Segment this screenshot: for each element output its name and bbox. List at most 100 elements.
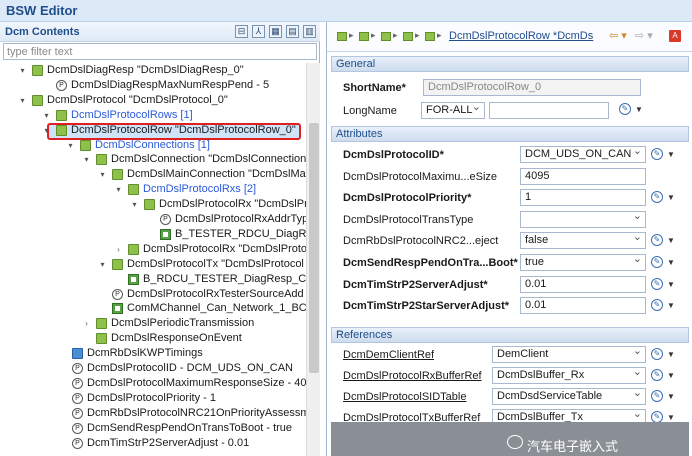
expanded-twisty-icon[interactable]: ▾ (130, 197, 139, 212)
edit-value-icon[interactable]: ✎ (651, 256, 663, 268)
tree-item[interactable]: B_TESTER_RDCU_DiagReq_Can (0, 227, 306, 242)
dropdown-arrow-icon[interactable]: ▼ (667, 392, 675, 401)
collapse-all-icon[interactable]: ⊟ (235, 25, 248, 38)
edit-value-icon[interactable]: ✎ (651, 191, 663, 204)
tree-scrollbar-thumb[interactable] (309, 123, 319, 373)
filter-icon[interactable]: ⅄ (252, 25, 265, 38)
expanded-twisty-icon[interactable]: ▾ (82, 152, 91, 167)
expanded-twisty-icon[interactable]: ▾ (42, 123, 51, 138)
edit-value-icon[interactable]: ✎ (651, 299, 663, 312)
attribute-select[interactable]: DCM_UDS_ON_CAN (520, 146, 646, 163)
folder-icon[interactable] (425, 32, 435, 41)
attribute-field[interactable]: 4095 (520, 167, 646, 185)
tree-item[interactable]: P DcmDslDiagRespMaxNumRespPend - 5 (0, 78, 306, 93)
folder-icon[interactable] (403, 32, 413, 41)
reference-link[interactable]: DcmDslProtocolRxBufferRef (343, 370, 482, 382)
dropdown-arrow-icon[interactable]: ▼ (667, 150, 675, 159)
reference-link[interactable]: DcmDslProtocolSIDTable (343, 391, 466, 403)
list-view-icon[interactable]: ▤ (286, 25, 299, 38)
expanded-twisty-icon[interactable]: ▾ (98, 257, 107, 272)
tree-item[interactable]: ▾ DcmDslProtocolRxs [2] (0, 182, 306, 197)
tree-item[interactable]: ▾ DcmDslProtocolTx "DcmDslProtocol (0, 257, 306, 272)
attribute-field[interactable]: 0.01 (520, 275, 646, 293)
reference-select[interactable]: DcmDslBuffer_Rx (492, 367, 646, 384)
folder-icon[interactable] (381, 32, 391, 41)
tree-item[interactable]: ComMChannel_Can_Network_1_BCA (0, 301, 306, 316)
dropdown-arrow-icon[interactable]: ▼ (667, 371, 675, 380)
grid-view-icon[interactable]: ▦ (269, 25, 282, 38)
forward-icon[interactable]: ⇨ ▾ (635, 29, 653, 42)
tree-item[interactable]: B_RDCU_TESTER_DiagResp_CanC (0, 272, 306, 287)
dropdown-arrow-icon[interactable]: ▼ (667, 301, 675, 310)
general-section-header[interactable]: General ⌃ (331, 56, 689, 72)
reference-link[interactable]: DcmDemClientRef (343, 349, 434, 361)
tree-item[interactable]: ▾ DcmDslProtocolRx "DcmDslProto (0, 197, 306, 212)
tree-item[interactable]: DcmDslResponseOnEvent (0, 331, 306, 346)
attribute-field[interactable]: 0.01 (520, 297, 646, 315)
edit-value-icon[interactable]: ✎ (651, 390, 663, 402)
dropdown-arrow-icon[interactable]: ▼ (635, 105, 643, 114)
tree-item[interactable]: P DcmRbDslProtocolNRC21OnPriorityAssessm (0, 406, 306, 421)
back-icon[interactable]: ⇦ ▾ (609, 29, 627, 42)
longname-language-select[interactable]: FOR-ALL (421, 102, 485, 119)
edit-value-icon[interactable]: ✎ (651, 148, 663, 160)
tree-item[interactable]: ▾ DcmDslProtocol "DcmDslProtocol_0" (0, 93, 306, 108)
collapse-icon[interactable]: ⌃ (336, 58, 682, 69)
reference-select[interactable]: DemClient (492, 346, 646, 363)
dropdown-arrow-icon[interactable]: ▼ (667, 413, 675, 422)
tree-item[interactable]: P DcmDslProtocolID - DCM_UDS_ON_CAN (0, 361, 306, 376)
expanded-twisty-icon[interactable]: ▾ (66, 138, 75, 153)
menu-icon[interactable]: ▥ (303, 25, 316, 38)
collapse-icon[interactable]: ⌃ (336, 128, 682, 139)
tree-item[interactable]: ▾ DcmDslConnection "DcmDslConnection_0 (0, 152, 306, 167)
folder-icon[interactable] (337, 32, 347, 41)
tree-item[interactable]: › DcmDslProtocolRx "DcmDslProto (0, 242, 306, 257)
tree-item[interactable]: P DcmDslProtocolPriority - 1 (0, 391, 306, 406)
longname-field[interactable] (489, 102, 609, 119)
tree-item[interactable]: ▾ DcmDslConnections [1] (0, 138, 306, 153)
attributes-section-header[interactable]: Attributes ⌃ (331, 126, 689, 142)
close-editor-icon[interactable]: A (669, 30, 681, 42)
attribute-select[interactable]: true (520, 254, 646, 271)
edit-value-icon[interactable]: ✎ (651, 277, 663, 290)
references-section-header[interactable]: References ⌃ (331, 327, 689, 343)
edit-value-icon[interactable]: ✎ (619, 103, 631, 115)
collapse-icon[interactable]: ⌃ (336, 329, 682, 340)
breadcrumb-current-link[interactable]: DcmDslProtocolRow *DcmDs (449, 30, 593, 42)
expanded-twisty-icon[interactable]: ▾ (18, 93, 27, 108)
tree-item[interactable]: P DcmTimStrP2ServerAdjust - 0.01 (0, 436, 306, 451)
edit-value-icon[interactable]: ✎ (651, 348, 663, 360)
dropdown-arrow-icon[interactable]: ▼ (667, 236, 675, 245)
tree-item[interactable]: ▾ DcmDslDiagResp "DcmDslDiagResp_0" (0, 63, 306, 78)
collapsed-twisty-icon[interactable]: › (82, 316, 91, 331)
tree-item[interactable]: ▾ DcmDslProtocolRows [1] (0, 108, 306, 123)
dropdown-arrow-icon[interactable]: ▼ (667, 280, 675, 289)
tree-item[interactable]: P DcmDslProtocolRxTesterSourceAdd (0, 287, 306, 302)
tree-item[interactable]: P DcmDslProtocolMaximumResponseSize - 40 (0, 376, 306, 391)
reference-select[interactable]: DcmDsdServiceTable (492, 388, 646, 405)
dropdown-arrow-icon[interactable]: ▼ (667, 258, 675, 267)
tree-scrollbar[interactable] (306, 63, 320, 456)
tree-item[interactable]: DcmRbDslKWPTimings (0, 346, 306, 361)
edit-value-icon[interactable]: ✎ (651, 234, 663, 247)
edit-value-icon[interactable]: ✎ (651, 369, 663, 381)
expanded-twisty-icon[interactable]: ▾ (98, 167, 107, 182)
collapsed-twisty-icon[interactable]: › (114, 242, 123, 257)
filter-input[interactable] (3, 43, 317, 60)
tree-item[interactable]: › DcmDslPeriodicTransmission (0, 316, 306, 331)
attribute-field[interactable]: 1 (520, 189, 646, 207)
expanded-twisty-icon[interactable]: ▾ (114, 182, 123, 197)
folder-icon[interactable] (359, 32, 369, 41)
tree-item[interactable]: ▾ DcmDslMainConnection "DcmDslMainC (0, 167, 306, 182)
tree-item[interactable]: P DcmDslProtocolRxAddrType - (0, 212, 306, 227)
attribute-select[interactable] (520, 210, 646, 228)
contents-tree[interactable]: ▾ DcmDslDiagResp "DcmDslDiagResp_0" P DcmDs… (0, 63, 306, 456)
dropdown-arrow-icon[interactable]: ▼ (667, 350, 675, 359)
tree-item[interactable]: ▾ DcmDslProtocolRow "DcmDslProtocolRow_0" (0, 123, 306, 138)
attribute-select[interactable]: false (520, 232, 646, 250)
tree-item[interactable]: P DcmSendRespPendOnTransToBoot - true (0, 421, 306, 436)
dropdown-arrow-icon[interactable]: ▼ (667, 193, 675, 202)
expanded-twisty-icon[interactable]: ▾ (42, 108, 51, 123)
shortname-field[interactable]: DcmDslProtocolRow_0 (423, 79, 641, 96)
expanded-twisty-icon[interactable]: ▾ (18, 63, 27, 78)
